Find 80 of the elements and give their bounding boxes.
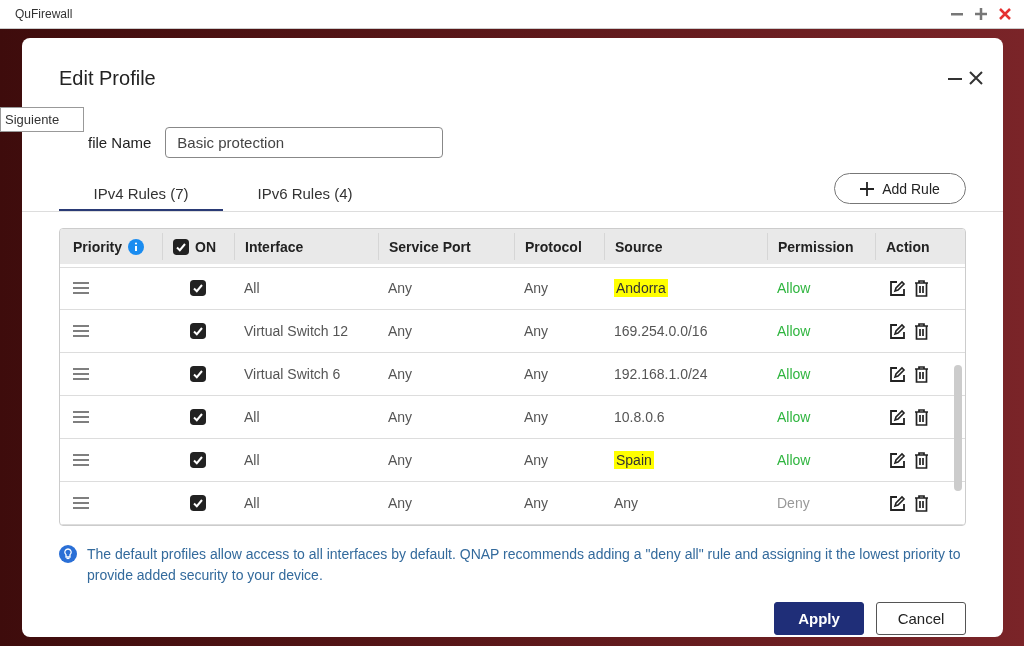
edit-icon[interactable] <box>889 365 906 383</box>
drag-handle-icon[interactable] <box>73 454 89 466</box>
table-cell: All <box>244 280 260 296</box>
column-header: Interface <box>245 238 304 255</box>
table-cell: Virtual Switch 12 <box>244 323 348 339</box>
edit-icon[interactable] <box>889 322 906 340</box>
edit-icon[interactable] <box>889 408 906 426</box>
column-header: Protocol <box>525 238 582 255</box>
add-rule-button[interactable]: Add Rule <box>834 173 966 204</box>
permission-label: Allow <box>777 366 811 382</box>
table-cell: 10.8.0.6 <box>614 409 665 425</box>
table-cell: Any <box>388 323 413 339</box>
window-title: QuFirewall <box>15 7 74 21</box>
trash-icon[interactable] <box>914 365 929 383</box>
info-note: The default profiles allow access to all interfaces by default. QNAP recommends adding a "deny all" rule and assigning it the lowest priority to provide added security to your device. <box>87 545 962 585</box>
drag-handle-icon[interactable] <box>73 411 89 423</box>
permission-label: Allow <box>777 280 811 296</box>
drag-handle-icon[interactable] <box>73 282 89 294</box>
edit-icon[interactable] <box>889 279 906 297</box>
checkbox[interactable] <box>190 452 206 468</box>
permission-label: Allow <box>777 409 811 425</box>
column-header: Action <box>886 238 930 255</box>
apply-button[interactable]: Apply <box>774 602 864 635</box>
table-cell: Any <box>524 409 549 425</box>
tooltip: Siguiente <box>0 107 84 132</box>
table-cell: Any <box>524 495 549 511</box>
table-cell: All <box>244 452 260 468</box>
info-icon[interactable] <box>128 238 144 255</box>
tab[interactable]: IPv4 Rules (7) <box>59 177 223 211</box>
table-cell: Any <box>524 280 549 296</box>
table-cell: Any <box>388 495 413 511</box>
table-cell: Any <box>524 366 549 382</box>
checkbox[interactable] <box>190 366 206 382</box>
trash-icon[interactable] <box>914 322 929 340</box>
edit-icon[interactable] <box>889 451 906 469</box>
field-label: file Name <box>88 134 152 151</box>
column-header: Permission <box>778 238 854 255</box>
permission-label: Allow <box>777 323 811 339</box>
table-cell: Spain <box>614 451 654 469</box>
table-cell: Any <box>388 366 413 382</box>
drag-handle-icon[interactable] <box>73 368 89 380</box>
trash-icon[interactable] <box>914 408 929 426</box>
table-cell: All <box>244 409 260 425</box>
table-cell: Any <box>388 452 413 468</box>
tab[interactable]: IPv6 Rules (4) <box>223 177 387 211</box>
trash-icon[interactable] <box>914 279 929 297</box>
checkbox[interactable] <box>190 323 206 339</box>
profile-name-field[interactable]: Basic protection <box>165 127 444 158</box>
table-cell: All <box>244 495 260 511</box>
lightbulb-icon <box>59 545 77 563</box>
table-cell: 169.254.0.0/16 <box>614 323 708 339</box>
checkbox[interactable] <box>190 409 206 425</box>
column-header: Source <box>615 238 663 255</box>
drag-handle-icon[interactable] <box>73 497 89 509</box>
column-header: Service Port <box>389 238 471 255</box>
table-cell: Andorra <box>614 279 668 297</box>
checkbox[interactable] <box>173 238 189 255</box>
permission-label: Deny <box>777 495 810 511</box>
table-cell: Any <box>388 409 413 425</box>
trash-icon[interactable] <box>914 494 929 512</box>
checkbox[interactable] <box>190 280 206 296</box>
column-header: ON <box>195 238 216 255</box>
drag-handle-icon[interactable] <box>73 325 89 337</box>
column-header: Priority <box>73 238 122 255</box>
close-icon[interactable] <box>969 71 983 85</box>
maximize-icon[interactable] <box>974 7 988 21</box>
permission-label: Allow <box>777 452 811 468</box>
table-cell: Any <box>388 280 413 296</box>
trash-icon[interactable] <box>914 451 929 469</box>
table-cell: Any <box>524 452 549 468</box>
table-cell: Any <box>614 495 639 511</box>
checkbox[interactable] <box>190 495 206 511</box>
cancel-button[interactable]: Cancel <box>876 602 966 635</box>
scrollbar[interactable] <box>954 365 962 491</box>
dialog-title: Edit Profile <box>59 66 157 90</box>
table-cell: Any <box>524 323 549 339</box>
table-cell: Virtual Switch 6 <box>244 366 341 382</box>
table-cell: 192.168.1.0/24 <box>614 366 708 382</box>
edit-icon[interactable] <box>889 494 906 512</box>
plus-icon <box>860 181 875 196</box>
